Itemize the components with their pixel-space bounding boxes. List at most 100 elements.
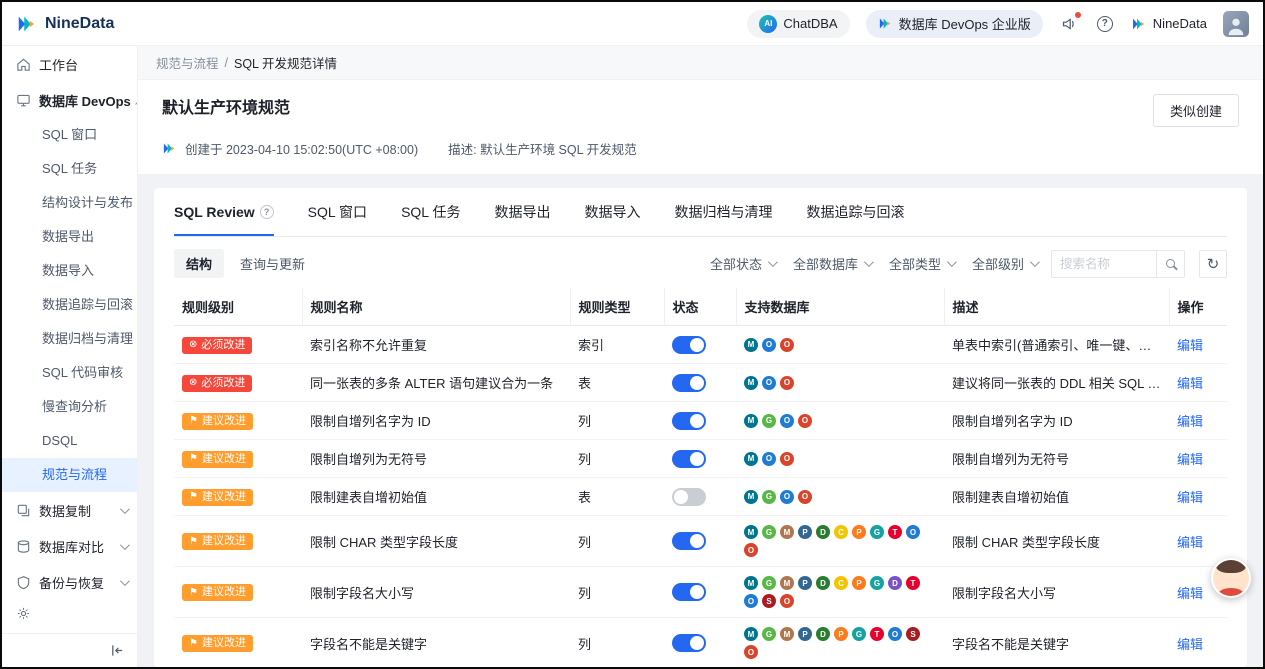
rule-description: 限制建表自增初始值 (952, 490, 1070, 505)
sidebar-item-慢查询分析[interactable]: 慢查询分析 (2, 390, 137, 424)
breadcrumb-section[interactable]: 规范与流程 (156, 53, 219, 72)
sidebar-item-DSQL[interactable]: DSQL (2, 424, 137, 458)
sidebar-item-SQL 任务[interactable]: SQL 任务 (2, 152, 137, 186)
rule-name: 限制自增列为无符号 (310, 452, 428, 467)
status-toggle[interactable] (672, 373, 706, 392)
search-button[interactable] (1156, 250, 1184, 277)
db-icon-gaussdb: G (852, 627, 866, 641)
chevron-down-icon (863, 257, 874, 268)
account-menu[interactable]: NineData (1131, 16, 1207, 32)
sidebar-group-devops[interactable]: 数据库 DevOps (2, 82, 137, 118)
edit-link[interactable]: 编辑 (1177, 376, 1203, 391)
sidebar-group-compare[interactable]: 数据库对比 (2, 528, 137, 564)
table-body: ⊗必须改进索引名称不允许重复索引MOO单表中索引(普通索引、唯一键、外键)名称.… (174, 325, 1227, 667)
chatdba-button[interactable]: AI ChatDBA (747, 9, 850, 38)
sidebar-group-replication[interactable]: 数据复制 (2, 492, 137, 528)
rule-description: 限制 CHAR 类型字段长度 (952, 534, 1101, 550)
db-icon-gaussdb: G (870, 525, 884, 539)
db-icon-oracle: O (744, 645, 758, 659)
tab-label: 数据归档与清理 (674, 204, 773, 220)
support-avatar-hair (1216, 560, 1246, 573)
sidebar-group-backup[interactable]: 备份与恢复 (2, 564, 137, 600)
tab-数据导入[interactable]: 数据导入 (584, 188, 640, 236)
db-icon-tidb: T (870, 627, 884, 641)
page-meta: 创建于 2023-04-10 15:02:50(UTC +08:00) 描述: … (162, 139, 1239, 158)
sidebar-item-规范与流程[interactable]: 规范与流程 (2, 458, 137, 492)
db-icon-oceanbase: O (762, 375, 776, 390)
edit-link[interactable]: 编辑 (1177, 535, 1203, 550)
search-icon (1166, 259, 1175, 268)
action-cell: 编辑 (1169, 515, 1227, 567)
status-toggle[interactable] (672, 487, 706, 506)
action-cell: 编辑 (1169, 617, 1227, 667)
sidebar-item-数据追踪与回滚[interactable]: 数据追踪与回滚 (2, 288, 137, 322)
level-cell: ⊗ 必须改进 (174, 325, 302, 364)
action-cell: 编辑 (1169, 325, 1227, 364)
edit-link[interactable]: 编辑 (1177, 452, 1203, 467)
level-label: 必须改进 (201, 338, 246, 351)
filter-dropdown-全部状态[interactable]: 全部状态 (710, 254, 778, 273)
shield-icon (17, 575, 30, 589)
help-icon[interactable]: ? (1095, 14, 1115, 34)
table-row: ⚑ 建议改进 限制自增列名字为 ID 列 M G O O 限制自增列名字为 ID 编辑 (174, 401, 1227, 440)
create-similar-button[interactable]: 类似创建 (1152, 94, 1239, 127)
sidebar-item-workbench[interactable]: 工作台 (2, 46, 137, 82)
brand[interactable]: NineData (16, 13, 114, 35)
search-input[interactable] (1052, 250, 1156, 277)
sidebar-item-数据归档与清理[interactable]: 数据归档与清理 (2, 322, 137, 356)
tab-数据追踪与回滚[interactable]: 数据追踪与回滚 (806, 188, 904, 236)
chevron-down-icon (1029, 257, 1040, 268)
filter-dropdown-全部级别[interactable]: 全部级别 (972, 254, 1040, 273)
db-icon-tidb: T (906, 576, 920, 590)
tab-数据导出[interactable]: 数据导出 (494, 188, 550, 236)
edition-button[interactable]: 数据库 DevOps 企业版 (865, 9, 1043, 38)
sidebar-item-结构设计与发布[interactable]: 结构设计与发布 (2, 186, 137, 220)
filter-dropdown-全部数据库[interactable]: 全部数据库 (792, 254, 874, 273)
collapse-sidebar-icon[interactable] (110, 643, 125, 658)
sidebar-item-SQL 窗口[interactable]: SQL 窗口 (2, 118, 137, 152)
level-cell: ⚑ 建议改进 (174, 617, 302, 667)
edit-link[interactable]: 编辑 (1177, 490, 1203, 505)
tab-数据归档与清理[interactable]: 数据归档与清理 (674, 188, 772, 236)
filter-label: 全部数据库 (792, 257, 858, 272)
db-icon-polardb: P (852, 576, 866, 590)
sidebar-item-SQL 代码审核[interactable]: SQL 代码审核 (2, 356, 137, 390)
status-cell (664, 363, 736, 402)
support-avatar[interactable] (1211, 558, 1251, 598)
user-avatar[interactable] (1223, 10, 1249, 37)
sidebar-item-数据导出[interactable]: 数据导出 (2, 220, 137, 254)
status-toggle[interactable] (672, 583, 706, 601)
chatdba-ai-icon: AI (759, 14, 778, 33)
edit-link[interactable]: 编辑 (1177, 338, 1203, 353)
tab-help-icon[interactable]: ? (259, 205, 274, 219)
tab-SQL 窗口[interactable]: SQL 窗口 (308, 188, 367, 236)
db-icon-clickhouse: C (834, 525, 848, 539)
tab-SQL 任务[interactable]: SQL 任务 (401, 188, 460, 236)
segment-structure[interactable]: 结构 (174, 249, 225, 278)
status-toggle[interactable] (672, 411, 706, 430)
filter-dropdown-全部类型[interactable]: 全部类型 (889, 254, 957, 273)
sidebar-item-数据导入[interactable]: 数据导入 (2, 254, 137, 288)
column-header-支持数据库: 支持数据库 (735, 288, 944, 326)
level-cell: ⚑ 建议改进 (174, 477, 302, 516)
edit-link[interactable]: 编辑 (1177, 586, 1203, 601)
edit-link[interactable]: 编辑 (1177, 637, 1203, 652)
announcement-icon[interactable] (1059, 11, 1081, 34)
edit-link[interactable]: 编辑 (1177, 414, 1203, 429)
home-icon (17, 58, 30, 71)
type-cell: 表 (570, 363, 664, 402)
status-toggle[interactable] (672, 335, 706, 354)
status-toggle[interactable] (672, 532, 706, 550)
segment-query-update[interactable]: 查询与更新 (228, 249, 317, 278)
refresh-button[interactable]: ↻ (1199, 249, 1227, 278)
created-at: 创建于 2023-04-10 15:02:50(UTC +08:00) (185, 143, 419, 157)
status-toggle[interactable] (672, 634, 706, 652)
sidebar-item-partial[interactable] (2, 600, 137, 621)
desc-cell: 限制 CHAR 类型字段长度 (944, 515, 1169, 567)
db-icon-postgres: P (798, 576, 812, 590)
suggest-icon: ⚑ (189, 535, 198, 547)
db-icon-greenplum: G (762, 525, 776, 539)
tab-SQL Review[interactable]: SQL Review? (174, 188, 274, 236)
status-toggle[interactable] (672, 449, 706, 468)
db-icon-oceanbase: O (780, 489, 794, 504)
